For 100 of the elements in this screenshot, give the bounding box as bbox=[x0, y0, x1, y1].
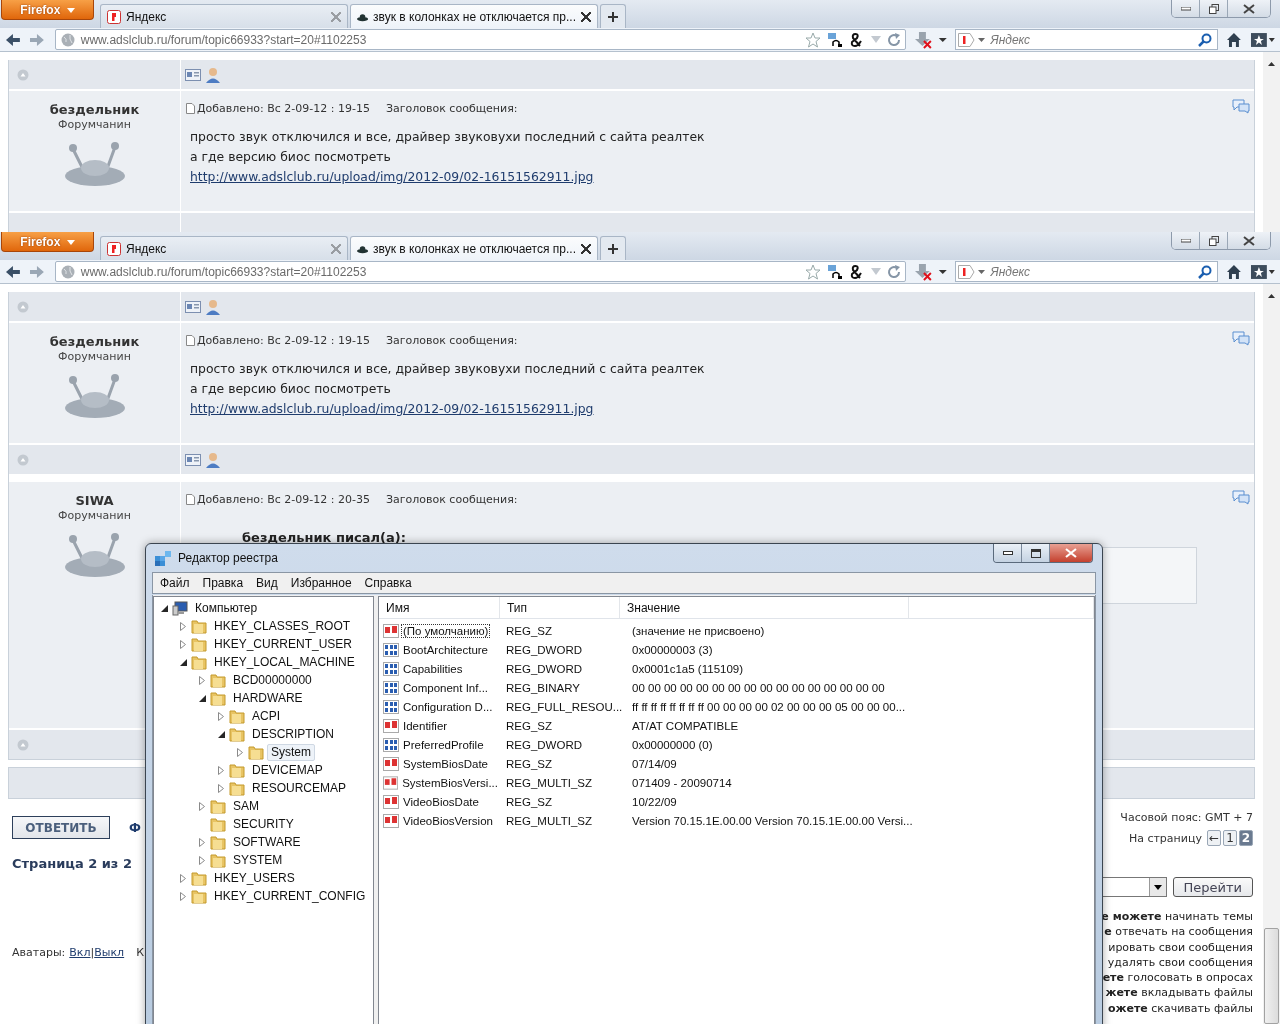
value-name[interactable]: (По умолчанию) bbox=[401, 623, 491, 638]
column-header[interactable]: Тип bbox=[500, 597, 620, 618]
bookmarks-icon[interactable] bbox=[1250, 31, 1276, 48]
download-icon[interactable] bbox=[913, 30, 948, 49]
profile-card-icon[interactable] bbox=[185, 453, 201, 466]
menu-item[interactable]: Справка bbox=[364, 576, 412, 590]
tree-item[interactable]: SOFTWARE bbox=[229, 833, 305, 851]
translate-icon[interactable] bbox=[826, 31, 843, 48]
profile-card-icon[interactable] bbox=[185, 300, 201, 313]
back-arrow-icon[interactable] bbox=[5, 264, 21, 279]
collapsed-arrow-icon[interactable] bbox=[180, 873, 186, 883]
home-icon[interactable] bbox=[1226, 31, 1243, 48]
search-icon[interactable] bbox=[1198, 32, 1213, 47]
translate-icon[interactable] bbox=[826, 263, 843, 280]
new-tab-button[interactable] bbox=[600, 236, 626, 260]
value-name[interactable]: PreferredProfile bbox=[401, 737, 486, 752]
close-button[interactable] bbox=[1049, 544, 1092, 562]
value-name[interactable]: SystemBiosDate bbox=[401, 756, 490, 771]
tree-item[interactable]: HARDWARE bbox=[229, 689, 307, 707]
avatars-on-link[interactable]: Вкл bbox=[69, 946, 91, 959]
scrollbar-thumb[interactable] bbox=[1264, 928, 1279, 1024]
browser-tab[interactable]: звук в колонках не отключается пр... bbox=[350, 4, 598, 28]
column-header[interactable]: Имя bbox=[379, 597, 500, 618]
search-field[interactable]: Яндекс bbox=[955, 261, 1219, 282]
tree-item[interactable]: RESOURCEMAP bbox=[248, 779, 350, 797]
author-name[interactable]: SIWA bbox=[75, 493, 114, 508]
download-icon[interactable] bbox=[913, 262, 948, 281]
value-name[interactable]: Identifier bbox=[401, 718, 450, 733]
maximize-button[interactable] bbox=[1021, 544, 1049, 562]
browser-tab[interactable]: Яндекс bbox=[100, 236, 348, 260]
user-icon[interactable] bbox=[205, 451, 221, 468]
tree-item[interactable]: SYSTEM bbox=[229, 851, 287, 869]
restore-button[interactable] bbox=[1199, 0, 1227, 17]
collapsed-arrow-icon[interactable] bbox=[180, 621, 186, 631]
value-name[interactable]: SystemBiosVersi... bbox=[400, 775, 500, 790]
author-name[interactable]: бездельник bbox=[49, 334, 140, 349]
address-bar[interactable]: www.adslclub.ru/forum/topic66933?start=20#1102253 bbox=[54, 29, 906, 50]
value-name[interactable]: Component Inf... bbox=[401, 680, 491, 695]
tree-item[interactable]: DESCRIPTION bbox=[248, 725, 338, 743]
menu-item[interactable]: Избранное bbox=[290, 576, 352, 590]
back-arrow-icon[interactable] bbox=[5, 32, 21, 47]
ampersand-icon[interactable] bbox=[848, 31, 865, 48]
reload-icon[interactable] bbox=[886, 32, 901, 47]
expanded-arrow-icon[interactable] bbox=[160, 604, 168, 612]
forward-arrow-icon[interactable] bbox=[28, 264, 45, 279]
page-link[interactable]: 2 bbox=[1239, 830, 1253, 846]
reply-button[interactable]: ОТВЕТИТЬ bbox=[12, 816, 110, 839]
tree-item[interactable]: SAM bbox=[229, 797, 263, 815]
menu-item[interactable]: Вид bbox=[256, 576, 278, 590]
star-icon[interactable] bbox=[804, 31, 821, 48]
user-icon[interactable] bbox=[205, 66, 221, 83]
user-icon[interactable] bbox=[205, 298, 221, 315]
image-link[interactable]: http://www.adslclub.ru/upload/img/2012-09/02-16151562911.jpg bbox=[190, 167, 594, 187]
expanded-arrow-icon[interactable] bbox=[179, 658, 187, 666]
tree-item[interactable]: HKEY_LOCAL_MACHINE bbox=[210, 653, 359, 671]
browser-tab[interactable]: звук в колонках не отключается пр... bbox=[350, 236, 598, 260]
search-icon[interactable] bbox=[1198, 264, 1213, 279]
ampersand-icon[interactable] bbox=[848, 263, 865, 280]
speech-bubble-icon[interactable] bbox=[1232, 490, 1250, 505]
forward-arrow-icon[interactable] bbox=[28, 32, 45, 47]
collapsed-arrow-icon[interactable] bbox=[237, 747, 243, 757]
go-button[interactable]: Перейти bbox=[1172, 877, 1253, 897]
tree-item[interactable]: ACPI bbox=[248, 707, 284, 725]
speech-bubble-icon[interactable] bbox=[1232, 99, 1250, 114]
tree-item[interactable]: HKEY_CURRENT_CONFIG bbox=[210, 887, 370, 905]
collapsed-arrow-icon[interactable] bbox=[218, 711, 224, 721]
tree-item[interactable]: DEVICEMAP bbox=[248, 761, 327, 779]
reload-icon[interactable] bbox=[886, 264, 901, 279]
author-name[interactable]: бездельник bbox=[49, 102, 140, 117]
close-icon[interactable] bbox=[581, 243, 591, 254]
menu-item[interactable]: Файл bbox=[160, 576, 190, 590]
value-name[interactable]: BootArchitecture bbox=[401, 642, 490, 657]
speech-bubble-icon[interactable] bbox=[1232, 331, 1250, 346]
tree-item[interactable]: Компьютер bbox=[191, 599, 262, 617]
tree-item[interactable]: SECURITY bbox=[229, 815, 298, 833]
menu-item[interactable]: Правка bbox=[202, 576, 244, 590]
page-link[interactable]: ← bbox=[1206, 830, 1221, 846]
new-tab-button[interactable] bbox=[600, 4, 626, 28]
star-icon[interactable] bbox=[804, 263, 821, 280]
collapsed-arrow-icon[interactable] bbox=[218, 783, 224, 793]
tree-item[interactable]: HKEY_CLASSES_ROOT bbox=[210, 617, 355, 635]
collapsed-arrow-icon[interactable] bbox=[199, 855, 205, 865]
browser-tab[interactable]: Яндекс bbox=[100, 4, 348, 28]
collapsed-arrow-icon[interactable] bbox=[180, 639, 186, 649]
minimize-button[interactable] bbox=[994, 544, 1021, 562]
value-name[interactable]: VideoBiosDate bbox=[401, 794, 481, 809]
value-name[interactable]: VideoBiosVersion bbox=[401, 813, 495, 828]
search-field[interactable]: Яндекс bbox=[955, 29, 1219, 50]
collapsed-arrow-icon[interactable] bbox=[199, 837, 205, 847]
expanded-arrow-icon[interactable] bbox=[217, 730, 225, 738]
collapsed-arrow-icon[interactable] bbox=[199, 675, 205, 685]
close-icon[interactable] bbox=[581, 11, 591, 22]
close-button[interactable] bbox=[1227, 232, 1270, 249]
home-icon[interactable] bbox=[1226, 263, 1243, 280]
tree-item[interactable]: HKEY_USERS bbox=[210, 869, 299, 887]
collapsed-arrow-icon[interactable] bbox=[218, 765, 224, 775]
page-link[interactable]: 1 bbox=[1223, 830, 1237, 846]
tree-item[interactable]: BCD00000000 bbox=[229, 671, 316, 689]
expanded-arrow-icon[interactable] bbox=[198, 694, 206, 702]
profile-card-icon[interactable] bbox=[185, 68, 201, 81]
